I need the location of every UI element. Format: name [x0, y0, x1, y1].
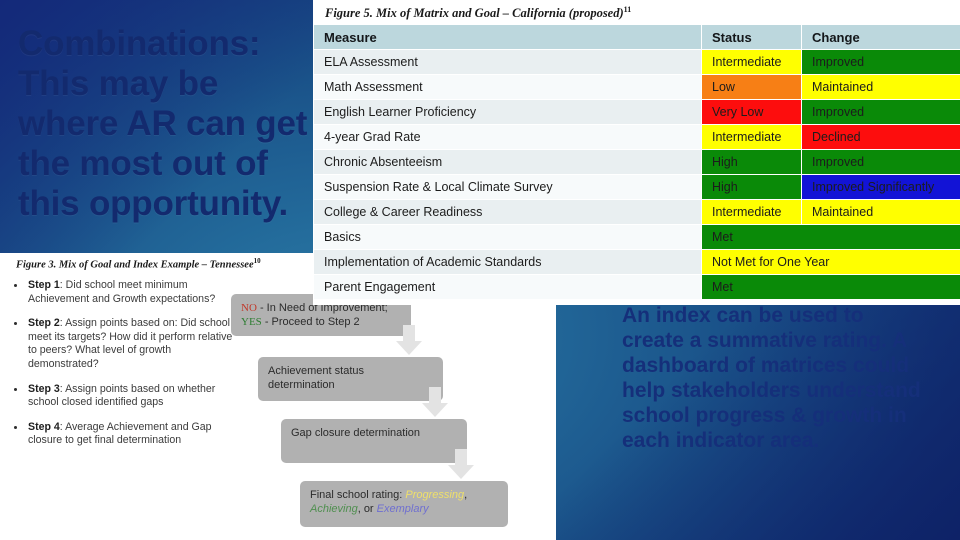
flow-box-final-rating: Final school rating: Progressing, Achiev… [300, 481, 508, 527]
figure3-caption-footnote: 10 [253, 257, 261, 265]
figure5-caption: Figure 5. Mix of Matrix and Goal – Calif… [313, 0, 960, 24]
figure3-caption-text: Figure 3. Mix of Goal and Index Example … [16, 259, 254, 271]
column-header-change: Change [801, 24, 960, 51]
cell-measure: ELA Assessment [313, 49, 702, 76]
rating-progressing: Progressing [405, 489, 465, 501]
table-row: English Learner Proficiency Very Low Impro… [313, 99, 960, 126]
no-label: NO [241, 302, 257, 314]
down-arrow-icon [422, 387, 448, 417]
cell-status: Met [701, 274, 960, 301]
column-header-measure: Measure [313, 24, 702, 51]
matrix-table: Measure Status Change ELA Assessment Inte… [313, 24, 960, 301]
list-item: Step 2: Assign points based on: Did scho… [10, 317, 236, 382]
figure5-caption-text: Figure 5. Mix of Matrix and Goal – Calif… [325, 6, 624, 21]
table-row: Parent Engagement Met [313, 274, 960, 301]
down-arrow-icon [396, 325, 422, 355]
cell-change: Improved Significantly [801, 174, 960, 201]
rating-exemplary: Exemplary [376, 503, 429, 515]
cell-change: Improved [801, 149, 960, 176]
table-row: Basics Met [313, 224, 960, 251]
final-rating-prefix: Final school rating: [310, 489, 406, 501]
summary-paragraph: An index can be used to create a summati… [622, 304, 921, 452]
cell-measure: Parent Engagement [313, 274, 702, 301]
down-arrow-icon [448, 449, 474, 479]
cell-measure: Suspension Rate & Local Climate Survey [313, 174, 702, 201]
cell-change: Improved [801, 99, 960, 126]
yes-label: YES [241, 316, 262, 328]
table-row: ELA Assessment Intermediate Improved [313, 49, 960, 76]
cell-change: Maintained [801, 199, 960, 226]
cell-status: Intermediate [701, 199, 802, 226]
page-title: Combinations: This may be where AR can g… [18, 24, 308, 223]
cell-change: Maintained [801, 74, 960, 101]
cell-status: Not Met for One Year [701, 249, 960, 276]
list-item: Step 1: Did school meet minimum Achievem… [10, 279, 236, 317]
slide-canvas: Combinations: This may be where AR can g… [0, 0, 960, 540]
flow-box-gap-closure: Gap closure determination [281, 419, 467, 463]
figure5-panel: Figure 5. Mix of Matrix and Goal – Calif… [313, 0, 960, 305]
cell-status: Low [701, 74, 802, 101]
cell-measure: Basics [313, 224, 702, 251]
cell-status: High [701, 174, 802, 201]
step-label: Step 2 [28, 317, 60, 330]
cell-measure: English Learner Proficiency [313, 99, 702, 126]
table-row: 4-year Grad Rate Intermediate Declined [313, 124, 960, 151]
cell-change: Declined [801, 124, 960, 151]
table-row: College & Career Readiness Intermediate Ma… [313, 199, 960, 226]
cell-status: Intermediate [701, 124, 802, 151]
cell-status: Very Low [701, 99, 802, 126]
flow-box-achievement-status: Achievement status determination [258, 357, 443, 401]
cell-measure: Implementation of Academic Standards [313, 249, 702, 276]
column-header-status: Status [701, 24, 802, 51]
table-row: Implementation of Academic Standards Not … [313, 249, 960, 276]
cell-measure: College & Career Readiness [313, 199, 702, 226]
rating-sep-1: , [464, 489, 468, 501]
table-header-row: Measure Status Change [313, 24, 960, 51]
list-item: Step 4: Average Achievement and Gap clos… [10, 421, 236, 459]
figure5-caption-footnote: 11 [623, 5, 632, 14]
step-label: Step 1 [28, 279, 60, 291]
matrix-table-body: ELA Assessment Intermediate Improved Math A… [313, 49, 960, 301]
table-row: Suspension Rate & Local Climate Survey Hi… [313, 174, 960, 201]
cell-status: Met [701, 224, 960, 251]
cell-measure: Math Assessment [313, 74, 702, 101]
cell-status: Intermediate [701, 49, 802, 76]
cell-measure: Chronic Absenteeism [313, 149, 702, 176]
cell-status: High [701, 149, 802, 176]
table-row: Chronic Absenteeism High Improved [313, 149, 960, 176]
cell-change: Improved [801, 49, 960, 76]
rating-achieving: Achieving [310, 503, 358, 515]
yes-text: - Proceed to Step 2 [261, 316, 360, 328]
figure3-steps-list: Step 1: Did school meet minimum Achievem… [10, 279, 236, 459]
step-label: Step 3 [28, 382, 60, 395]
step-label: Step 4 [28, 420, 60, 433]
table-row: Math Assessment Low Maintained [313, 74, 960, 101]
list-item: Step 3: Assign points based on whether s… [10, 383, 236, 421]
rating-sep-2: , or [357, 503, 377, 515]
cell-measure: 4-year Grad Rate [313, 124, 702, 151]
